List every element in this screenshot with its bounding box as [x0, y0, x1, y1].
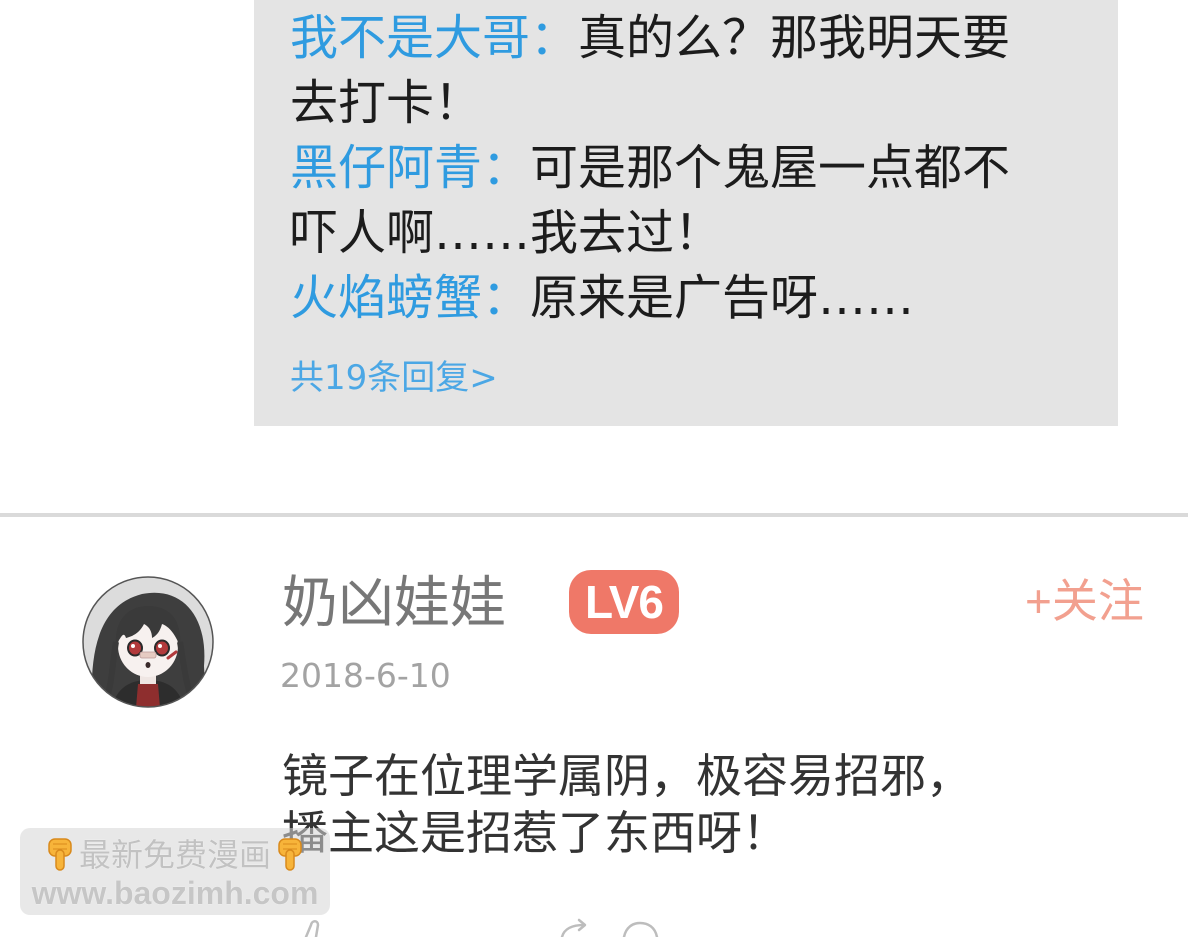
reply-item: 火焰螃蟹：原来是广告呀…… [290, 266, 1012, 331]
reply-author[interactable]: 我不是大哥： [290, 10, 578, 66]
pointing-down-icon [275, 838, 305, 872]
watermark-url: www.baozimh.com [31, 875, 319, 911]
comment-action-bar [0, 918, 1200, 937]
username[interactable]: 奶凶娃娃 [282, 574, 506, 634]
pointing-down-icon [45, 838, 75, 872]
thumbs-up-icon[interactable] [294, 918, 334, 937]
reply-preview-box[interactable]: 我不是大哥：真的么？那我明天要去打卡！ 黑仔阿青：可是那个鬼屋一点都不吓人啊……… [254, 0, 1118, 426]
avatar[interactable] [82, 576, 214, 708]
reply-author[interactable]: 黑仔阿青： [290, 140, 530, 196]
follow-button[interactable]: +关注 [1025, 574, 1153, 628]
comment-icon[interactable] [620, 918, 660, 937]
reply-author[interactable]: 火焰螃蟹： [290, 270, 530, 326]
reply-text: 原来是广告呀…… [530, 270, 915, 326]
share-icon[interactable] [556, 918, 596, 937]
reply-item: 我不是大哥：真的么？那我明天要去打卡！ [290, 6, 1012, 136]
comment-date: 2018-6-10 [280, 656, 451, 695]
watermark-title-row: 最新免费漫画 [20, 834, 330, 876]
avatar-image [82, 576, 214, 708]
watermark-title: 最新免费漫画 [78, 836, 271, 874]
comment-text: 镜子在位理学属阴，极容易招邪，播主这是招惹了东西呀！ [282, 749, 972, 860]
more-replies-link[interactable]: 共19条回复> [290, 355, 498, 401]
reply-item: 黑仔阿青：可是那个鬼屋一点都不吓人啊……我去过！ [290, 136, 1012, 266]
site-watermark: 最新免费漫画 www.baozimh.com [20, 828, 330, 915]
level-badge: LV6 [569, 570, 679, 634]
